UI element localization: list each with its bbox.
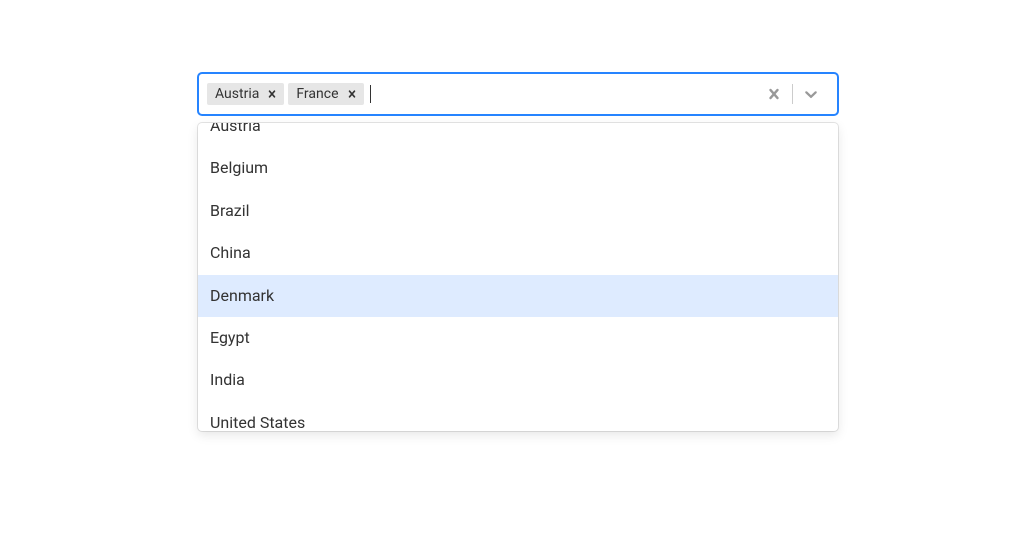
option-india[interactable]: India xyxy=(198,359,838,401)
tag-label: Austria xyxy=(207,83,262,105)
tag-remove-austria[interactable] xyxy=(262,85,284,103)
dropdown-toggle[interactable] xyxy=(793,76,829,112)
dropdown-menu: Austria Belgium Brazil China Denmark Egy… xyxy=(198,123,838,431)
option-list[interactable]: Austria Belgium Brazil China Denmark Egy… xyxy=(198,123,838,431)
tag-austria: Austria xyxy=(207,83,284,105)
close-icon xyxy=(345,87,359,101)
option-belgium[interactable]: Belgium xyxy=(198,147,838,189)
text-cursor xyxy=(370,85,371,103)
option-denmark[interactable]: Denmark xyxy=(198,275,838,317)
option-china[interactable]: China xyxy=(198,232,838,274)
select-control[interactable]: Austria France xyxy=(198,73,838,115)
chevron-down-icon xyxy=(801,84,821,104)
value-container: Austria France xyxy=(207,79,756,109)
clear-all-button[interactable] xyxy=(756,76,792,112)
option-brazil[interactable]: Brazil xyxy=(198,190,838,232)
option-united-states[interactable]: United States xyxy=(198,402,838,431)
search-input[interactable] xyxy=(370,85,371,103)
indicators xyxy=(756,76,829,112)
multi-select: Austria France xyxy=(198,73,838,115)
option-egypt[interactable]: Egypt xyxy=(198,317,838,359)
option-austria[interactable]: Austria xyxy=(198,123,838,147)
close-icon xyxy=(764,84,784,104)
tag-remove-france[interactable] xyxy=(342,85,364,103)
tag-france: France xyxy=(288,83,363,105)
close-icon xyxy=(265,87,279,101)
tag-label: France xyxy=(288,83,341,105)
